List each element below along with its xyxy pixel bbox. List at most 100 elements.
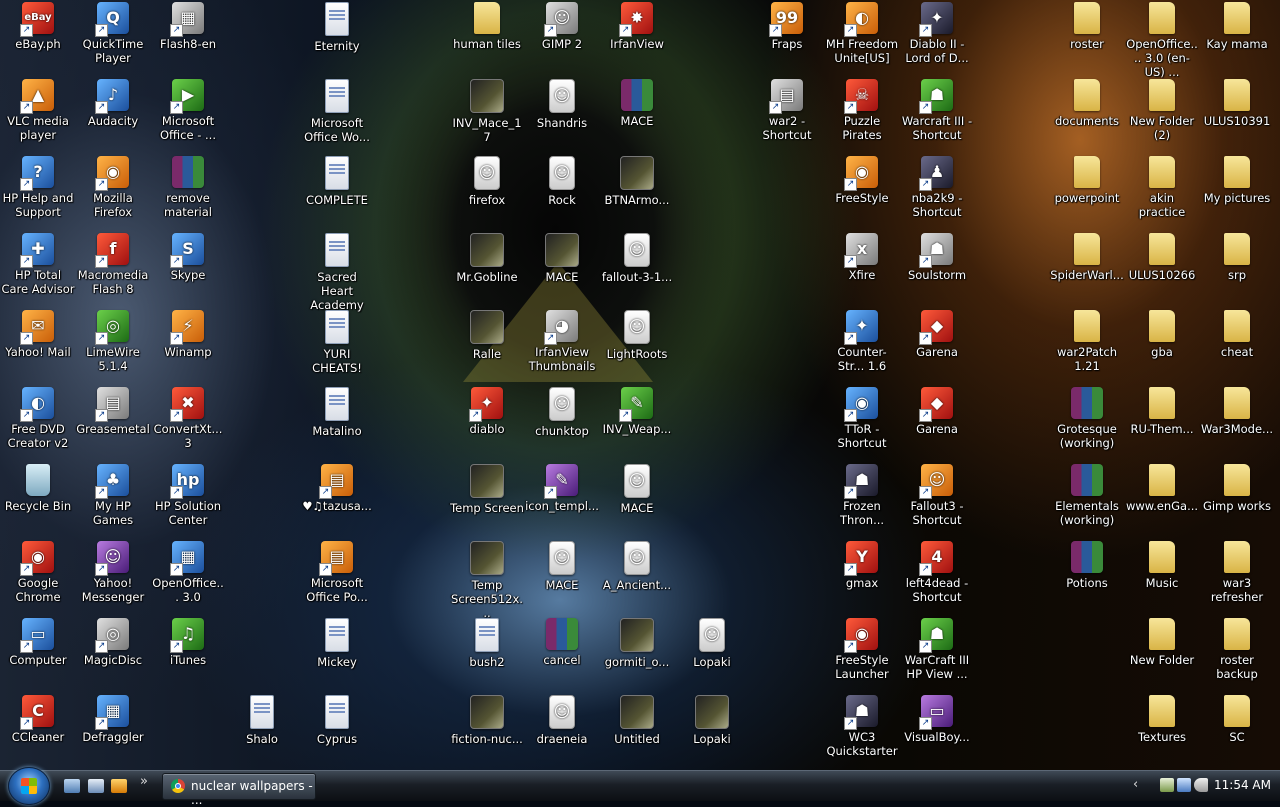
desktop-icon-new-folder-2[interactable]: New Folder (2) [1124, 77, 1200, 151]
desktop-icon-war3-refresher[interactable]: war3 refresher [1199, 539, 1275, 613]
desktop-icon-gormiti-o[interactable]: gormiti_o... [599, 616, 675, 690]
desktop-icon-ttor-shortcut[interactable]: ◉ TToR - Shortcut [824, 385, 900, 459]
desktop-icon-magicdisc[interactable]: ◎ MagicDisc [75, 616, 151, 690]
desktop-icon-hp-help-and-support[interactable]: ? HP Help and Support [0, 154, 76, 228]
tray-volume-icon[interactable] [1194, 778, 1208, 792]
desktop-icon-kay-mama[interactable]: Kay mama [1199, 0, 1275, 74]
desktop-icon-quicktime-player[interactable]: Q QuickTime Player [75, 0, 151, 74]
media-player-icon[interactable] [111, 779, 127, 793]
desktop-icon-human-tiles[interactable]: human tiles [449, 0, 525, 74]
desktop-icon-vlc-media-player[interactable]: ▲ VLC media player [0, 77, 76, 151]
desktop-icon-itunes[interactable]: ♫ iTunes [150, 616, 226, 690]
desktop-icon-fiction-nuc[interactable]: fiction-nuc... [449, 693, 525, 767]
desktop-icon-powerpoint[interactable]: powerpoint [1049, 154, 1125, 228]
desktop-icon-mace[interactable]: MACE [599, 77, 675, 151]
desktop-icon-limewire-5-1-4[interactable]: ◎ LimeWire 5.1.4 [75, 308, 151, 382]
desktop-icon-convertxt-3[interactable]: ✖ ConvertXt... 3 [150, 385, 226, 459]
desktop-icon-macromedia-flash-8[interactable]: f Macromedia Flash 8 [75, 231, 151, 305]
tray-safely-remove-icon[interactable] [1160, 778, 1174, 792]
desktop-icon-ru-them[interactable]: RU-Them... [1124, 385, 1200, 459]
start-button[interactable] [8, 767, 50, 805]
desktop-icon-elementals-working[interactable]: Elementals (working) [1049, 462, 1125, 536]
desktop-icon-mace[interactable]: ☺ MACE [599, 462, 675, 536]
desktop-icon-greasemetal[interactable]: ▤ Greasemetal [75, 385, 151, 459]
desktop-icon-new-folder[interactable]: New Folder [1124, 616, 1200, 690]
desktop-icon-sacred-heart-academy[interactable]: Sacred Heart Academy [299, 231, 375, 312]
desktop-icon-garena[interactable]: ◆ Garena [899, 308, 975, 382]
desktop-icon-inv-mace-17[interactable]: INV_Mace_17 [449, 77, 525, 151]
taskbar-button-chrome[interactable]: nuclear wallpapers - ... [162, 773, 316, 807]
desktop-icon-eternity[interactable]: Eternity [299, 0, 375, 74]
desktop-icon-roster-backup[interactable]: roster backup [1199, 616, 1275, 690]
desktop-icon-frozen-thron[interactable]: ☗ Frozen Thron... [824, 462, 900, 536]
desktop-icon-fraps[interactable]: 99 Fraps [749, 0, 825, 74]
desktop-icon-fallout-3-1[interactable]: ☺ fallout-3-1... [599, 231, 675, 305]
desktop-icon-audacity[interactable]: ♪ Audacity [75, 77, 151, 151]
desktop-icon-firefox[interactable]: ☺ firefox [449, 154, 525, 228]
desktop-icon-lopaki[interactable]: ☺ Lopaki [674, 616, 750, 690]
desktop-icon-my-pictures[interactable]: My pictures [1199, 154, 1275, 228]
desktop-icon-cancel[interactable]: cancel [524, 616, 600, 690]
desktop-icon-nba2k9-shortcut[interactable]: ♟ nba2k9 - Shortcut [899, 154, 975, 228]
desktop-icon-irfanview-thumbnails[interactable]: ◕ IrfanView Thumbnails [524, 308, 600, 382]
desktop-icon-skype[interactable]: S Skype [150, 231, 226, 305]
desktop-icon-documents[interactable]: documents [1049, 77, 1125, 151]
desktop-icon-yahoo-messenger[interactable]: ☺ Yahoo! Messenger [75, 539, 151, 613]
desktop-icon-spiderwarl[interactable]: SpiderWarl... [1049, 231, 1125, 305]
desktop-icon-mozilla-firefox[interactable]: ◉ Mozilla Firefox [75, 154, 151, 228]
desktop-icon-ebay-ph[interactable]: eBay eBay.ph [0, 0, 76, 74]
desktop-icon-war2patch-1-21[interactable]: war2Patch 1.21 [1049, 308, 1125, 382]
desktop-icon-temp-screen512x[interactable]: Temp Screen512x... [449, 539, 525, 620]
desktop-icon-defraggler[interactable]: ▦ Defraggler [75, 693, 151, 767]
desktop-icon-bush2[interactable]: bush2 [449, 616, 525, 690]
desktop-icon-wc3-quickstarter[interactable]: ☗ WC3 Quickstarter [824, 693, 900, 767]
desktop-icon-freestyle-launcher[interactable]: ◉ FreeStyle Launcher [824, 616, 900, 690]
desktop-icon-shalo[interactable]: Shalo [224, 693, 300, 767]
show-desktop-icon[interactable] [64, 779, 80, 793]
desktop-icon-akin-practice[interactable]: akin practice [1124, 154, 1200, 228]
desktop-icon-mace[interactable]: MACE [524, 231, 600, 305]
desktop-icon-soulstorm[interactable]: ☗ Soulstorm [899, 231, 975, 305]
desktop-icon-music[interactable]: Music [1124, 539, 1200, 613]
desktop-icon-openoffice-3-0-en-us[interactable]: OpenOffice.... 3.0 (en-US) ... [1124, 0, 1200, 79]
desktop-icon-temp-screen[interactable]: Temp Screen [449, 462, 525, 536]
desktop-icon-yuri-cheats[interactable]: YURI CHEATS! [299, 308, 375, 382]
desktop-icon-mickey[interactable]: Mickey [299, 616, 375, 690]
desktop-icon-complete[interactable]: COMPLETE [299, 154, 375, 228]
desktop-icon-rock[interactable]: ☺ Rock [524, 154, 600, 228]
desktop-icon-sc[interactable]: SC [1199, 693, 1275, 767]
desktop-icon-xfire[interactable]: x Xfire [824, 231, 900, 305]
desktop-icon-diablo-ii-lord-of-d[interactable]: ✦ Diablo II - Lord of D... [899, 0, 975, 74]
desktop-icon-my-hp-games[interactable]: ♣ My HP Games [75, 462, 151, 536]
switch-windows-icon[interactable] [88, 779, 104, 793]
desktop-icon-cheat[interactable]: cheat [1199, 308, 1275, 382]
desktop-icon-cyprus[interactable]: Cyprus [299, 693, 375, 767]
desktop-icon-tazusa[interactable]: ▤ ♥♫tazusa... [299, 462, 375, 536]
desktop-icon-computer[interactable]: ▭ Computer [0, 616, 76, 690]
desktop-icon-counter-str-1-6[interactable]: ✦ Counter-Str... 1.6 [824, 308, 900, 382]
desktop-icon-war3mode[interactable]: War3Mode... [1199, 385, 1275, 459]
desktop-icon-hp-total-care-advisor[interactable]: ✚ HP Total Care Advisor [0, 231, 76, 305]
desktop-icon-hp-solution-center[interactable]: hp HP Solution Center [150, 462, 226, 536]
desktop-icon-mr-gobline[interactable]: Mr.Gobline [449, 231, 525, 305]
desktop-icon-free-dvd-creator-v2[interactable]: ◐ Free DVD Creator v2 [0, 385, 76, 459]
desktop-icon-mace[interactable]: ☺ MACE [524, 539, 600, 613]
desktop-icon-textures[interactable]: Textures [1124, 693, 1200, 767]
desktop-icon-www-enga[interactable]: www.enGa... [1124, 462, 1200, 536]
desktop-icon-gimp-2[interactable]: ☺ GIMP 2 [524, 0, 600, 74]
desktop-icon-roster[interactable]: roster [1049, 0, 1125, 74]
desktop-icon-openoffice-3-0[interactable]: ▦ OpenOffice... 3.0 [150, 539, 226, 613]
desktop-icon-untitled[interactable]: Untitled [599, 693, 675, 767]
desktop-icon-gimp-works[interactable]: Gimp works [1199, 462, 1275, 536]
desktop-icon-lightroots[interactable]: ☺ LightRoots [599, 308, 675, 382]
desktop-icon-chunktop[interactable]: ☺ chunktop [524, 385, 600, 459]
desktop-icon-puzzle-pirates[interactable]: ☠ Puzzle Pirates [824, 77, 900, 151]
desktop-icon-a-ancient[interactable]: ☺ A_Ancient... [599, 539, 675, 613]
desktop-icon-yahoo-mail[interactable]: ✉ Yahoo! Mail [0, 308, 76, 382]
desktop-icon-flash8-en[interactable]: ▦ Flash8-en [150, 0, 226, 74]
desktop-icon-fallout3-shortcut[interactable]: ☺ Fallout3 - Shortcut [899, 462, 975, 536]
desktop-icon-draeneia[interactable]: ☺ draeneia [524, 693, 600, 767]
quick-launch-more-button[interactable]: » [140, 774, 148, 789]
desktop-icon-war2-shortcut[interactable]: ▤ war2 - Shortcut [749, 77, 825, 151]
show-hidden-icons-button[interactable]: ‹ [1133, 777, 1138, 792]
